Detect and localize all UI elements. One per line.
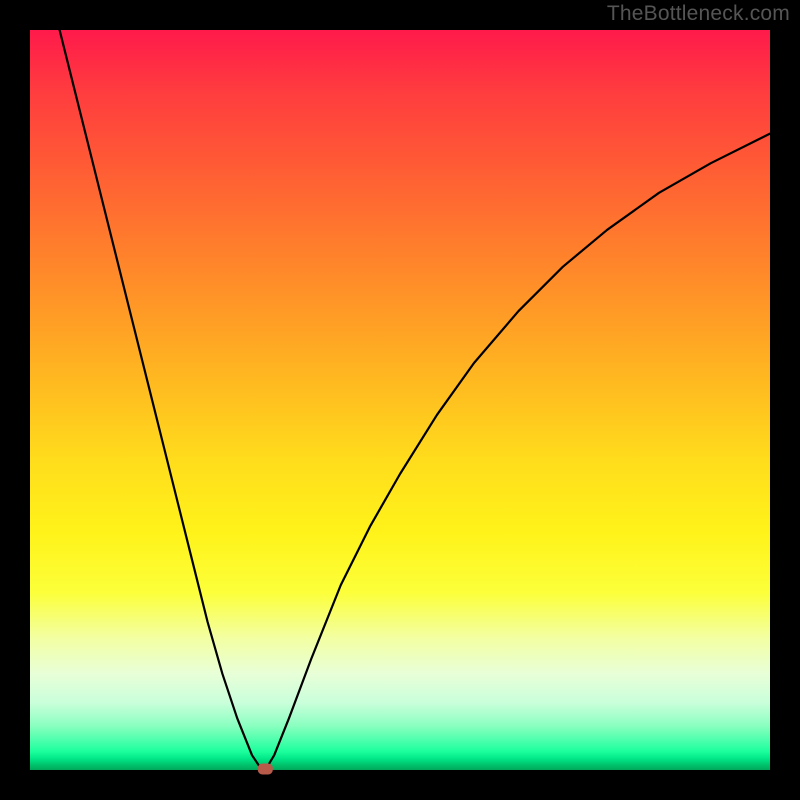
chart-frame: TheBottleneck.com: [0, 0, 800, 800]
optimal-point-marker: [258, 764, 272, 774]
curve-svg: [30, 30, 770, 770]
plot-area: [30, 30, 770, 770]
bottleneck-curve: [60, 30, 770, 770]
attribution-text: TheBottleneck.com: [607, 2, 790, 26]
